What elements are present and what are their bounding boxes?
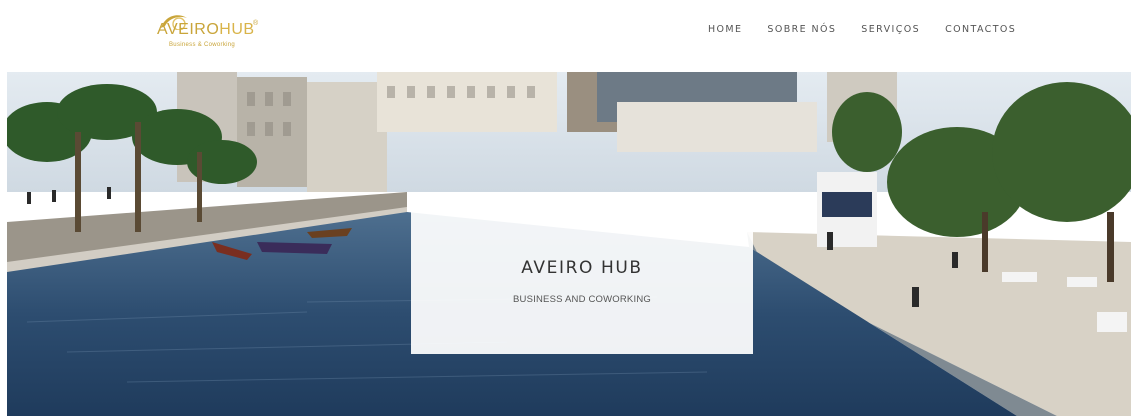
hero-subtitle: BUSINESS AND COWORKING: [513, 294, 651, 305]
nav-contactos[interactable]: CONTACTOS: [945, 24, 1016, 35]
logo-registered-mark: ®: [253, 20, 259, 27]
nav-home[interactable]: HOME: [708, 24, 742, 35]
nav-sobre-nos[interactable]: SOBRE NÓS: [767, 24, 836, 35]
hero-title: AVEIRO HUB: [521, 258, 643, 278]
logo-word-aveiro: AVEIRO: [157, 21, 220, 38]
main-nav: HOME SOBRE NÓS SERVIÇOS CONTACTOS: [708, 24, 1016, 35]
site-header: AVEIROHUB ® Business & Coworking HOME SO…: [0, 0, 1131, 72]
aveiro-hub-logo[interactable]: AVEIROHUB ® Business & Coworking: [157, 12, 267, 52]
logo-wordmark: AVEIROHUB: [157, 21, 255, 39]
nav-servicos[interactable]: SERVIÇOS: [861, 24, 920, 35]
hero-card: AVEIRO HUB BUSINESS AND COWORKING: [411, 202, 753, 354]
logo-word-hub: HUB: [219, 21, 255, 38]
hero-banner: AVEIRO HUB BUSINESS AND COWORKING: [7, 72, 1131, 416]
logo-tagline: Business & Coworking: [169, 42, 236, 48]
